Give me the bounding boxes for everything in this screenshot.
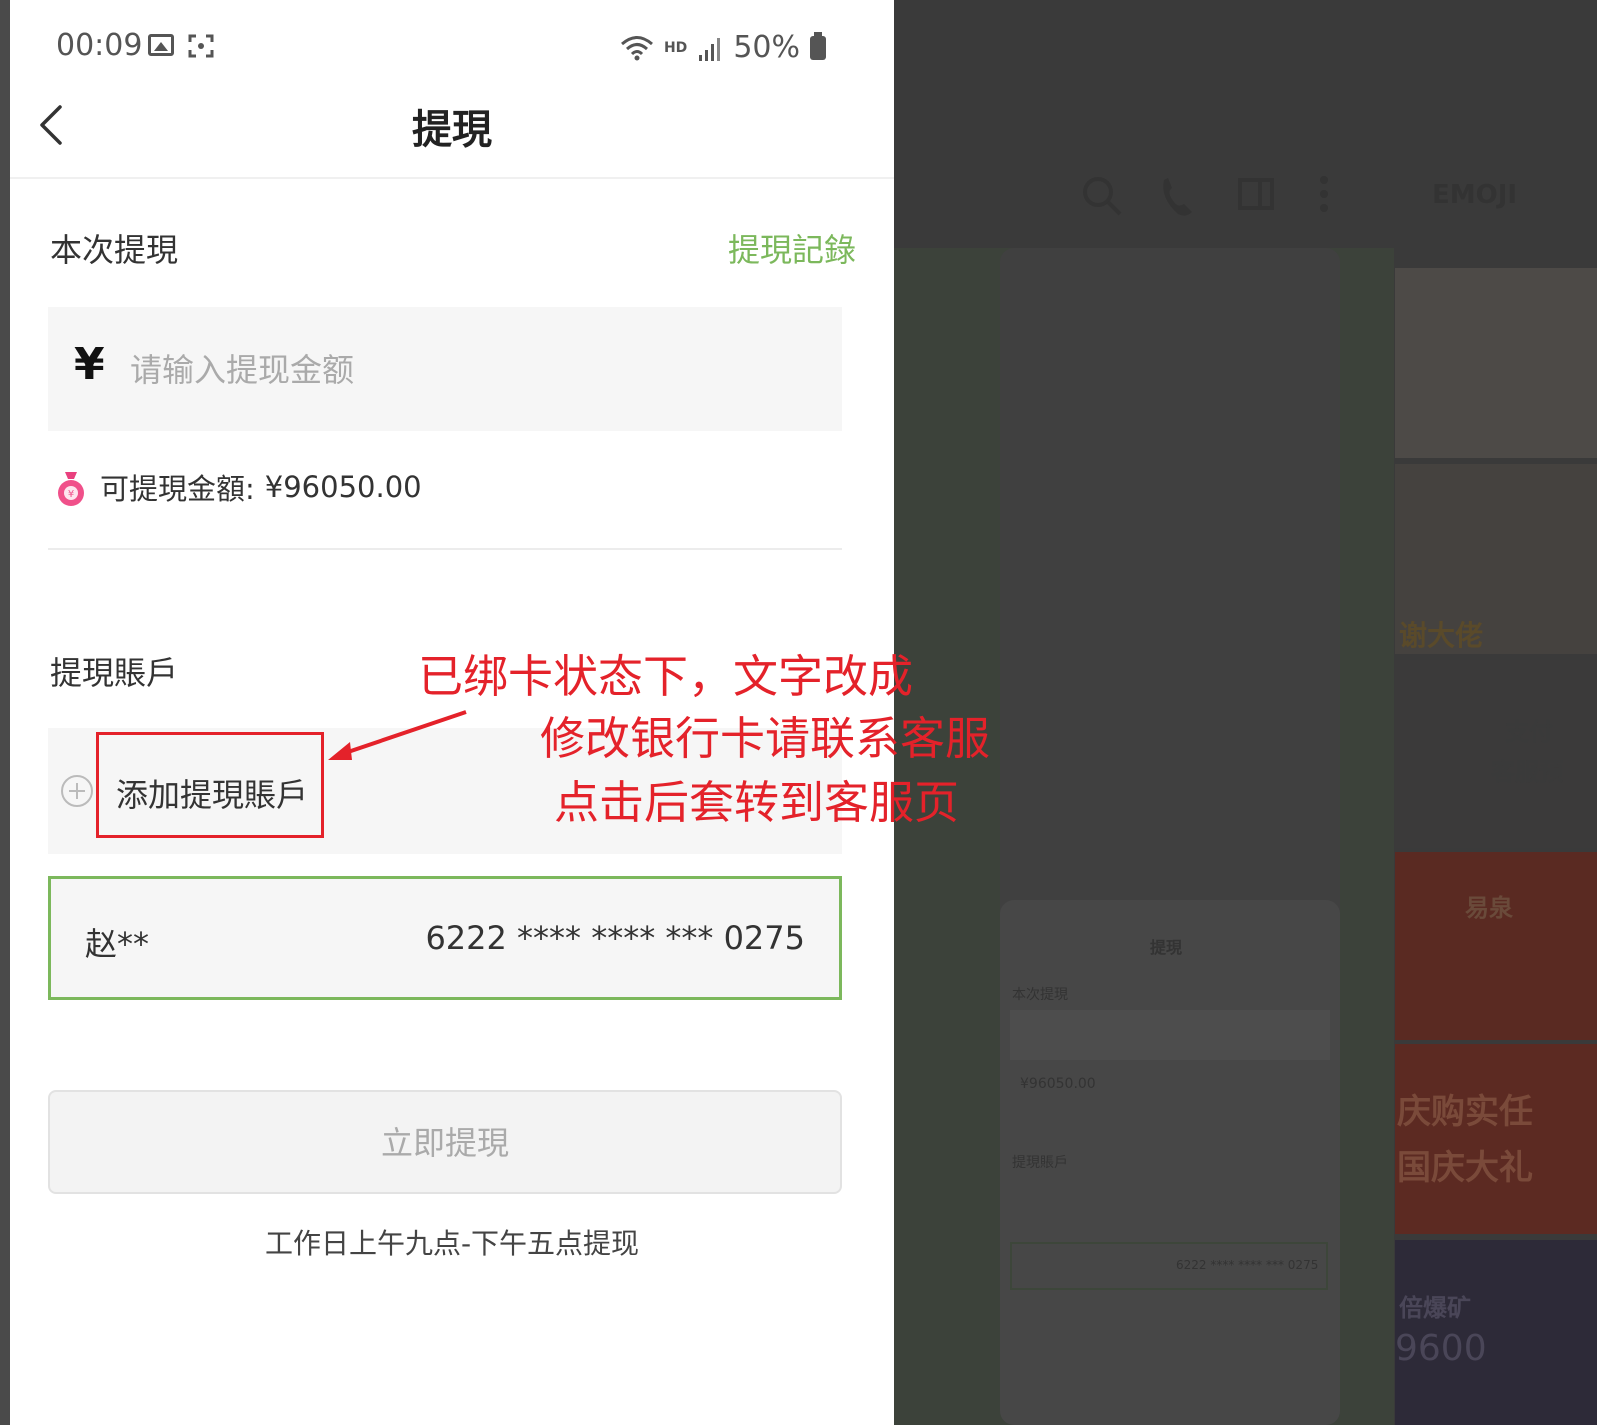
signal-icon <box>699 37 721 61</box>
plus-circle-icon <box>61 775 93 807</box>
annotation-line-3: 点击后套转到客服页 <box>554 776 960 829</box>
amount-field[interactable]: ¥ <box>48 307 842 431</box>
gallery-icon <box>148 34 174 56</box>
wifi-icon <box>620 35 653 60</box>
page-title: 提現 <box>412 107 492 153</box>
card-number: 6222 **** **** *** 0275 <box>425 919 805 957</box>
bank-card-item[interactable]: 赵** 6222 **** **** *** 0275 <box>48 876 842 1000</box>
svg-text:¥: ¥ <box>68 489 74 500</box>
network-badge: HD <box>663 39 688 56</box>
annotation-line-1: 已绑卡状态下，文字改成 <box>418 650 914 703</box>
background-mini-screenshot: 提現 本次提現 ¥96050.00 提現賬戶 6222 **** **** **… <box>1000 900 1340 1425</box>
screen-capture-icon <box>188 34 214 58</box>
withdraw-section-label: 本次提現 <box>50 231 179 269</box>
annotation-highlight-box <box>96 732 324 838</box>
annotation-arrow-icon <box>328 710 467 760</box>
withdraw-now-button[interactable]: 立即提現 <box>48 1090 842 1194</box>
nav-bar: 提現 <box>10 95 894 179</box>
available-balance-row: ¥ 可提現金額: ¥96050.00 <box>54 465 422 509</box>
withdraw-records-link[interactable]: 提現記錄 <box>728 225 856 271</box>
account-section-label: 提現賬戶 <box>50 654 179 692</box>
status-bar: 00:09 HD 50% <box>10 0 894 95</box>
background-thumbnail-column: 谢大佬 支付 客服预 易泉 庆购实任 国庆大礼 倍爆矿 9600 <box>1395 268 1597 1425</box>
available-label: 可提現金額: <box>100 472 255 506</box>
available-amount: ¥96050.00 <box>264 470 422 504</box>
background-edge <box>0 0 10 1425</box>
annotation-line-2: 修改银行卡请联系客服 <box>540 712 991 765</box>
battery-percent: 50% <box>733 30 800 65</box>
battery-icon <box>810 31 826 60</box>
background-tab-emoji: EMOJI <box>1432 180 1518 210</box>
currency-symbol: ¥ <box>74 339 105 390</box>
amount-input[interactable] <box>128 337 812 403</box>
status-right-group: HD 50% <box>620 30 826 65</box>
money-bag-icon: ¥ <box>58 472 84 506</box>
status-time: 00:09 <box>56 28 143 63</box>
withdraw-hours-note: 工作日上午九点-下午五点提现 <box>264 1227 640 1260</box>
background-toolbar: EMOJI <box>894 150 1597 250</box>
card-holder-name: 赵** <box>85 925 150 963</box>
section-divider <box>48 548 842 550</box>
